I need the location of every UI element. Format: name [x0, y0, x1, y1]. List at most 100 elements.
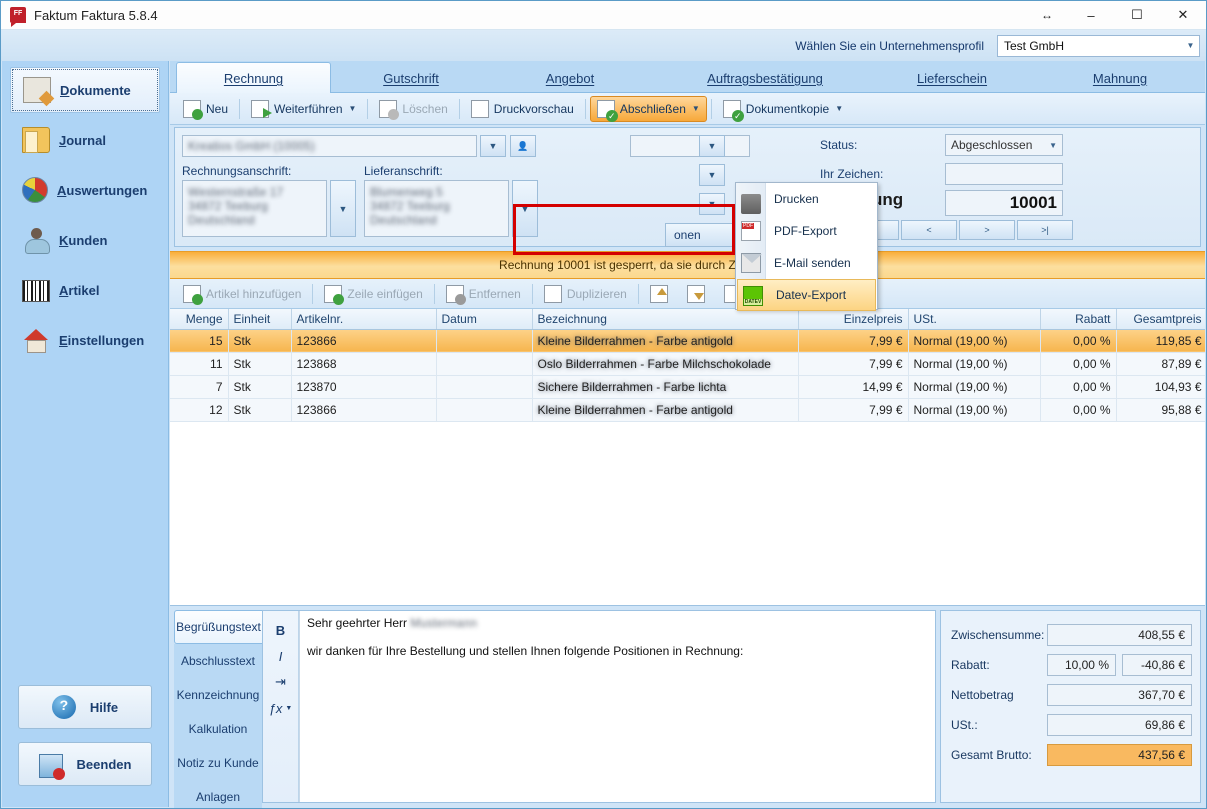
- table-row[interactable]: 12 Stk 123866 Kleine Bilderrahmen - Farb…: [170, 398, 1205, 422]
- document-type-tabs: Rechnung Gutschrift Angebot Auftragsbest…: [170, 61, 1205, 94]
- col-header-rabatt[interactable]: Rabatt: [1040, 309, 1117, 330]
- btab-kalkulation[interactable]: Kalkulation: [174, 712, 262, 746]
- article-button-duplizieren[interactable]: Duplizieren: [537, 281, 634, 307]
- col-header-gesamtpreis[interactable]: Gesamtpreis: [1116, 309, 1205, 330]
- sidebar-item-dokumente[interactable]: Dokumente: [10, 67, 160, 113]
- tab-rechnung[interactable]: Rechnung: [176, 62, 331, 94]
- sidebar-item-kunden[interactable]: Kunden: [10, 217, 160, 263]
- customer-edit-button[interactable]: 👤: [510, 135, 536, 157]
- help-button[interactable]: ? Hilfe: [18, 685, 152, 729]
- editor-line-2: wir danken für Ihre Bestellung und stell…: [307, 644, 744, 658]
- annotation-highlight-box: [513, 204, 735, 255]
- col-header-artikelnr[interactable]: Artikelnr.: [291, 309, 437, 330]
- sidebar-item-auswertungen[interactable]: Auswertungen: [10, 167, 160, 213]
- greeting-text-area[interactable]: Sehr geehrter Herr Mustermann wir danken…: [299, 611, 935, 802]
- btab-begruessungstext[interactable]: Begrüßungstext: [174, 610, 262, 644]
- table-row[interactable]: 7 Stk 123870 Sichere Bilderrahmen - Farb…: [170, 375, 1205, 399]
- tab-lieferschein[interactable]: Lieferschein: [882, 63, 1022, 93]
- toolbar-button-loeschen[interactable]: Löschen: [372, 96, 454, 122]
- tab-gutschrift[interactable]: Gutschrift: [336, 63, 486, 93]
- resize-icon[interactable]: ↔: [1026, 1, 1068, 30]
- obscured-dropdown-2[interactable]: ▼: [699, 164, 725, 186]
- billing-address-line3: Deutschland: [188, 213, 255, 227]
- total-row-zwischensumme: Zwischensumme: 408,55 €: [951, 623, 1192, 647]
- your-reference-input[interactable]: [945, 163, 1063, 185]
- sidebar-item-einstellungen[interactable]: Einstellungen: [10, 317, 160, 363]
- customer-dropdown-button[interactable]: ▼: [480, 135, 506, 157]
- menu-item-email-senden[interactable]: E-Mail senden: [736, 247, 877, 279]
- customer-field[interactable]: Kreatios GmbH (10005): [182, 135, 477, 157]
- col-header-bezeichnung[interactable]: Bezeichnung: [532, 309, 799, 330]
- close-button[interactable]: ✕: [1160, 1, 1206, 30]
- toolbar-separator: [458, 98, 460, 119]
- toolbar-button-abschliessen[interactable]: Abschließen ▼: [589, 95, 707, 122]
- billing-address-field[interactable]: Westernstraße 17 34872 Teeburg Deutschla…: [182, 180, 327, 237]
- article-button-move-up[interactable]: [643, 281, 680, 307]
- text-section-tabs: Begrüßungstext Abschlusstext Kennzeichnu…: [174, 610, 262, 808]
- col-header-datum[interactable]: Datum: [436, 309, 533, 330]
- billing-address-dropdown-button[interactable]: ▼: [330, 180, 356, 237]
- items-grid[interactable]: Menge Einheit Artikelnr. Datum Bezeichnu…: [170, 309, 1205, 606]
- toolbar-button-label: Neu: [206, 101, 229, 116]
- btab-notiz-zu-kunde[interactable]: Notiz zu Kunde: [174, 746, 262, 780]
- exit-button[interactable]: Beenden: [18, 742, 152, 786]
- btab-anlagen[interactable]: Anlagen: [174, 780, 262, 808]
- col-header-einheit[interactable]: Einheit: [228, 309, 292, 330]
- cell-einheit: Stk: [228, 375, 292, 399]
- italic-button[interactable]: I: [263, 643, 298, 669]
- tab-mahnung[interactable]: Mahnung: [1055, 63, 1185, 93]
- edit-customer-icon: 👤: [517, 140, 529, 151]
- pie-chart-icon: [22, 177, 48, 203]
- delivery-address-field[interactable]: Blumenweg 5 34872 Teeburg Deutschland: [364, 180, 509, 237]
- sidebar-item-label: Einstellungen: [59, 332, 145, 348]
- toolbar-button-dokumentkopie[interactable]: Dokumentkopie ▼: [716, 96, 850, 122]
- company-profile-select[interactable]: Test GmbH ▼: [997, 34, 1200, 57]
- article-button-zeile-einfuegen[interactable]: Zeile einfügen: [317, 281, 429, 307]
- obscured-field-1[interactable]: [630, 135, 750, 157]
- toolbar-button-neu[interactable]: Neu: [176, 96, 235, 122]
- article-button-entfernen[interactable]: Entfernen: [439, 281, 528, 307]
- table-row[interactable]: 15 Stk 123866 Kleine Bilderrahmen - Farb…: [170, 329, 1205, 353]
- delivery-address-line2: 34872 Teeburg: [370, 199, 450, 213]
- document-number-input[interactable]: 10001: [945, 190, 1063, 216]
- help-button-label: Hilfe: [89, 699, 119, 715]
- tab-button[interactable]: ⇥: [263, 669, 298, 695]
- menu-item-drucken[interactable]: Drucken: [736, 183, 877, 215]
- total-discount-percent[interactable]: 10,00 %: [1047, 654, 1116, 676]
- profile-label: Wählen Sie ein Unternehmensprofil: [795, 38, 984, 53]
- chevron-down-icon: ▼: [348, 104, 357, 113]
- btab-kennzeichnung[interactable]: Kennzeichnung: [174, 678, 262, 712]
- sidebar-item-label: Artikel: [59, 282, 100, 298]
- col-header-menge[interactable]: Menge: [170, 309, 229, 330]
- menu-item-pdf-export[interactable]: PDF-Export: [736, 215, 877, 247]
- article-button-hinzufuegen[interactable]: Artikel hinzufügen: [176, 281, 308, 307]
- maximize-button[interactable]: ☐: [1114, 1, 1160, 30]
- table-row[interactable]: 11 Stk 123868 Oslo Bilderrahmen - Farbe …: [170, 352, 1205, 376]
- pdf-icon: [741, 221, 761, 241]
- function-button[interactable]: ƒx ▼: [263, 695, 298, 721]
- btab-abschlusstext[interactable]: Abschlusstext: [174, 644, 262, 678]
- menu-item-datev-export[interactable]: Datev-Export: [737, 279, 876, 311]
- nav-next-button[interactable]: >: [959, 220, 1015, 240]
- complete-document-icon: [596, 99, 618, 122]
- article-button-move-down[interactable]: [680, 281, 717, 307]
- sidebar-item-journal[interactable]: Journal: [10, 117, 160, 163]
- move-down-icon: [686, 284, 705, 303]
- tab-auftragsbestaetigung[interactable]: Auftragsbestätigung: [670, 63, 860, 93]
- nav-last-button[interactable]: >|: [1017, 220, 1073, 240]
- toolbar-button-weiterfuehren[interactable]: Weiterführen ▼: [244, 96, 363, 122]
- sidebar-item-artikel[interactable]: Artikel: [10, 267, 160, 313]
- toolbar-button-label: Dokumentkopie: [745, 101, 830, 116]
- obscured-dropdown-1[interactable]: ▼: [699, 135, 725, 157]
- toolbar-button-druckvorschau[interactable]: Druckvorschau: [464, 96, 581, 122]
- cell-rabatt: 0,00 %: [1040, 352, 1117, 376]
- tab-angebot[interactable]: Angebot: [500, 63, 640, 93]
- nav-prev-button[interactable]: <: [901, 220, 957, 240]
- minimize-button[interactable]: –: [1068, 1, 1114, 30]
- tab-label: Angebot: [545, 70, 595, 86]
- col-header-ust[interactable]: USt.: [908, 309, 1041, 330]
- col-header-einzelpreis[interactable]: Einzelpreis: [798, 309, 909, 330]
- status-select[interactable]: Abgeschlossen ▼: [945, 134, 1063, 156]
- btab-label: Anlagen: [195, 790, 241, 804]
- bold-button[interactable]: B: [263, 617, 298, 643]
